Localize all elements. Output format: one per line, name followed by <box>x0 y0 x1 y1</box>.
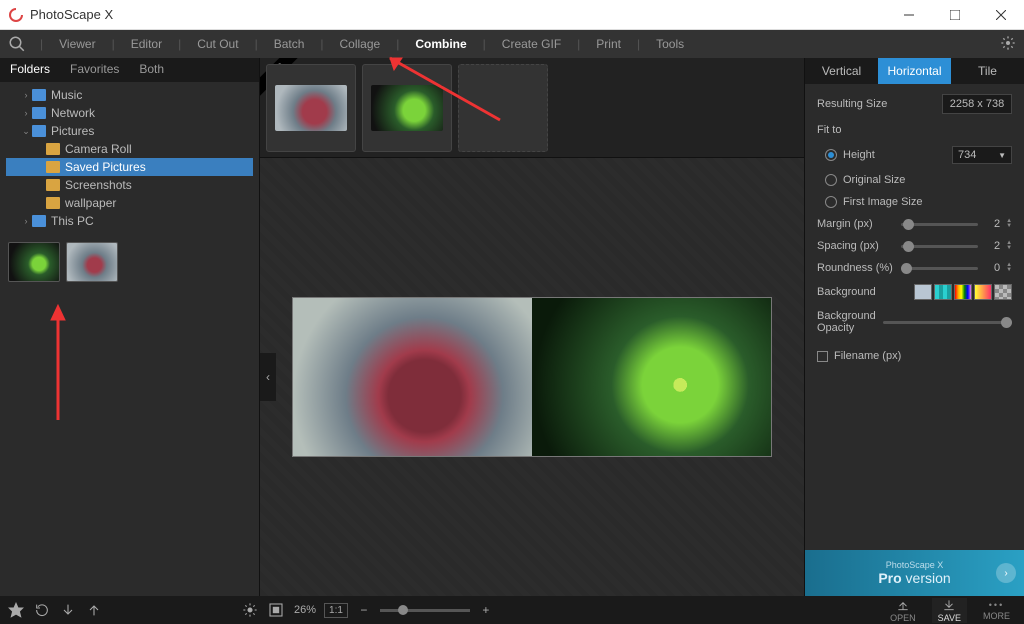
tree-row[interactable]: ›Music <box>6 86 253 104</box>
radio-first-image-size[interactable] <box>825 196 837 208</box>
spacing-slider[interactable] <box>901 245 979 248</box>
bottom-bar: 26% 1:1 − + OPEN SAVE •••MORE <box>0 596 1024 624</box>
tree-row[interactable]: ›Network <box>6 104 253 122</box>
tree-row[interactable]: wallpaper <box>6 194 253 212</box>
zoom-ratio[interactable]: 1:1 <box>324 603 348 618</box>
up-arrow-icon[interactable] <box>86 602 102 618</box>
pro-version-promo[interactable]: PhotoScape X Pro version › <box>805 550 1024 596</box>
right-panel: Vertical Horizontal Tile Resulting Size … <box>804 58 1024 596</box>
app-title: PhotoScape X <box>30 7 113 22</box>
preview-image-right <box>532 298 771 456</box>
tray-slot[interactable] <box>362 64 452 152</box>
nav-cutout[interactable]: Cut Out <box>187 30 248 58</box>
combined-preview[interactable] <box>292 297 772 457</box>
fit-screen-icon[interactable] <box>268 602 284 618</box>
preview-image-left <box>293 298 532 456</box>
tray-slot-empty[interactable] <box>458 64 548 152</box>
radio-height[interactable] <box>825 149 837 161</box>
search-icon[interactable] <box>8 35 26 53</box>
folder-icon <box>46 161 60 173</box>
folder-tab-both[interactable]: Both <box>129 58 174 82</box>
roundness-spinner[interactable]: ▲▼ <box>1006 263 1012 273</box>
swatch[interactable] <box>994 284 1012 300</box>
margin-slider[interactable] <box>901 223 979 226</box>
title-bar: PhotoScape X <box>0 0 1024 30</box>
drive-icon <box>32 107 46 119</box>
tree-row[interactable]: Screenshots <box>6 176 253 194</box>
drive-icon <box>32 125 46 137</box>
height-dropdown[interactable]: 734▼ <box>952 146 1012 164</box>
more-button[interactable]: •••MORE <box>977 600 1016 621</box>
resulting-size-value: 2258 x 738 <box>942 94 1012 114</box>
resulting-size-label: Resulting Size <box>817 98 936 110</box>
tree-row-selected[interactable]: Saved Pictures <box>6 158 253 176</box>
zoom-in-icon[interactable]: + <box>478 602 494 618</box>
nav-combine[interactable]: Combine <box>405 30 476 58</box>
swatch[interactable] <box>934 284 952 300</box>
close-button[interactable] <box>978 0 1024 30</box>
zoom-controls: 26% 1:1 − + <box>294 602 494 618</box>
zoom-out-icon[interactable]: − <box>356 602 372 618</box>
open-button[interactable]: OPEN <box>884 598 922 623</box>
tab-tile[interactable]: Tile <box>951 58 1024 84</box>
maximize-button[interactable] <box>932 0 978 30</box>
minimize-button[interactable] <box>886 0 932 30</box>
nav-tools[interactable]: Tools <box>646 30 694 58</box>
tree-row[interactable]: ›This PC <box>6 212 253 230</box>
chevron-right-icon: › <box>996 563 1016 583</box>
filename-checkbox[interactable] <box>817 351 828 362</box>
radio-original-size[interactable] <box>825 174 837 186</box>
tree-row[interactable]: Camera Roll <box>6 140 253 158</box>
folder-tab-folders[interactable]: Folders <box>0 58 60 82</box>
app-logo-icon <box>8 7 24 23</box>
prev-handle[interactable]: ‹ <box>260 353 276 401</box>
thumbnail[interactable] <box>8 242 60 282</box>
gear-icon[interactable] <box>1000 35 1016 54</box>
tab-horizontal[interactable]: Horizontal <box>878 58 951 84</box>
thumbnail[interactable] <box>66 242 118 282</box>
nav-editor[interactable]: Editor <box>121 30 172 58</box>
folder-tree: ›Music ›Network ⌄Pictures Camera Roll Sa… <box>0 82 259 234</box>
folder-icon <box>46 179 60 191</box>
thumbnail-shelf <box>0 234 259 290</box>
nav-batch[interactable]: Batch <box>264 30 315 58</box>
fit-to-label: Fit to <box>817 124 1012 136</box>
zoom-slider[interactable] <box>380 609 470 612</box>
nav-print[interactable]: Print <box>586 30 631 58</box>
tree-row[interactable]: ⌄Pictures <box>6 122 253 140</box>
left-panel: Folders Favorites Both ›Music ›Network ⌄… <box>0 58 260 596</box>
save-button[interactable]: SAVE <box>932 598 967 623</box>
down-arrow-icon[interactable] <box>60 602 76 618</box>
nav-viewer[interactable]: Viewer <box>49 30 105 58</box>
swatch[interactable] <box>914 284 932 300</box>
tab-vertical[interactable]: Vertical <box>805 58 878 84</box>
folder-icon <box>46 197 60 209</box>
gear-icon[interactable] <box>242 602 258 618</box>
spacing-spinner[interactable]: ▲▼ <box>1006 241 1012 251</box>
image-tray <box>260 58 804 158</box>
drive-icon <box>32 89 46 101</box>
zoom-percent[interactable]: 26% <box>294 604 316 616</box>
bg-opacity-slider[interactable] <box>883 321 1012 324</box>
nav-collage[interactable]: Collage <box>330 30 391 58</box>
star-icon[interactable] <box>8 602 24 618</box>
margin-spinner[interactable]: ▲▼ <box>1006 219 1012 229</box>
orientation-tabs: Vertical Horizontal Tile <box>805 58 1024 84</box>
drive-icon <box>32 215 46 227</box>
swatch[interactable] <box>974 284 992 300</box>
top-nav: | Viewer| Editor| Cut Out| Batch| Collag… <box>0 30 1024 58</box>
tray-slot[interactable] <box>266 64 356 152</box>
nav-creategif[interactable]: Create GIF <box>492 30 571 58</box>
canvas-area[interactable]: ‹ <box>260 158 804 596</box>
refresh-icon[interactable] <box>34 602 50 618</box>
roundness-slider[interactable] <box>901 267 979 270</box>
swatch[interactable] <box>954 284 972 300</box>
folder-icon <box>46 143 60 155</box>
folder-tab-favorites[interactable]: Favorites <box>60 58 129 82</box>
folder-tabs: Folders Favorites Both <box>0 58 259 82</box>
background-swatches[interactable] <box>914 284 1012 300</box>
center-canvas: ‹ <box>260 58 804 596</box>
